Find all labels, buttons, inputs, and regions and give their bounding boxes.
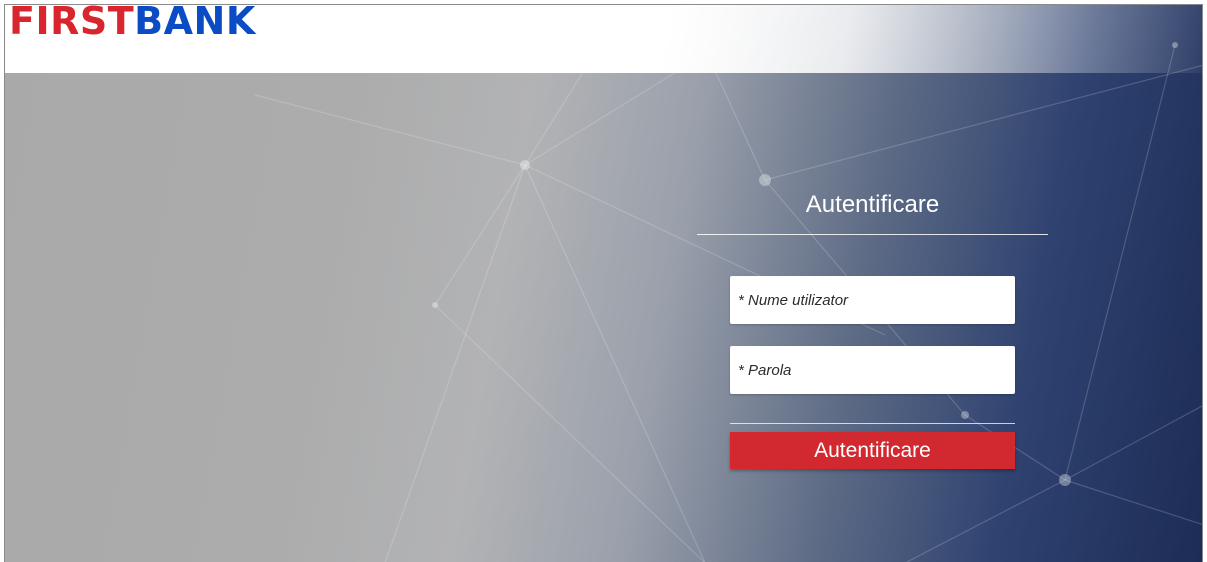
logo-bank-text: BANK <box>134 4 256 43</box>
username-input[interactable] <box>730 276 1015 324</box>
login-button[interactable]: Autentificare <box>730 432 1015 469</box>
page-frame: FIRSTBANK Autentificare Autentificare <box>4 4 1203 562</box>
logo-first-text: FIRST <box>9 4 135 43</box>
password-field-wrapper <box>730 346 1015 394</box>
form-divider <box>730 423 1015 424</box>
top-header: FIRSTBANK <box>5 5 1202 73</box>
login-panel: Autentificare Autentificare <box>697 190 1048 469</box>
password-input[interactable] <box>730 346 1015 394</box>
network-lines-decoration <box>254 5 1202 562</box>
firstbank-logo[interactable]: FIRSTBANK <box>9 4 256 43</box>
username-field-wrapper <box>730 276 1015 324</box>
background-network-image <box>5 5 1202 562</box>
login-title: Autentificare <box>697 190 1048 235</box>
